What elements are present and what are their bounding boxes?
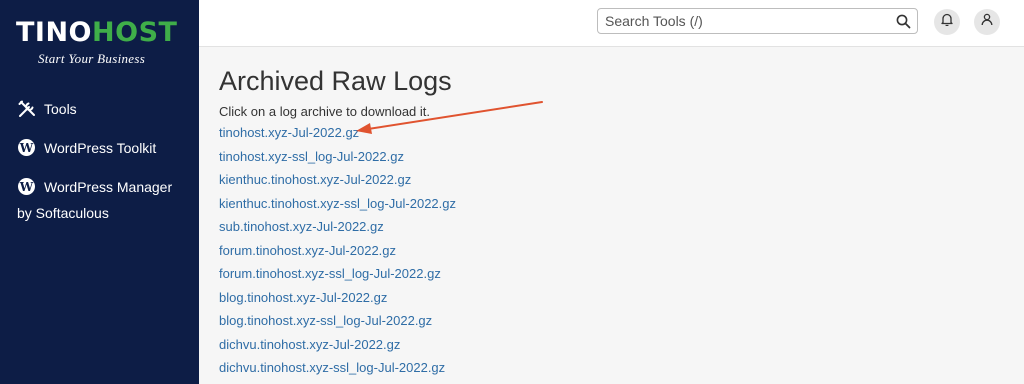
search-icon[interactable] <box>896 14 911 29</box>
log-archive-link[interactable]: tinohost.xyz-Jul-2022.gz <box>219 125 359 140</box>
list-item: blog.tinohost.xyz-Jul-2022.gz <box>219 290 456 314</box>
log-archive-link[interactable]: forum.tinohost.xyz-Jul-2022.gz <box>219 243 396 258</box>
svg-text:W: W <box>19 141 34 155</box>
log-archive-link[interactable]: dichvu.tinohost.xyz-ssl_log-Jul-2022.gz <box>219 360 445 375</box>
list-item: sub.tinohost.xyz-Jul-2022.gz <box>219 219 456 243</box>
brand-logo[interactable]: TINOHOST Start Your Business <box>16 18 186 72</box>
logo-slogan: Start Your Business <box>38 51 146 66</box>
log-archive-link[interactable]: kienthuc.tinohost.xyz-ssl_log-Jul-2022.g… <box>219 196 456 211</box>
log-archive-link[interactable]: forum.tinohost.xyz-ssl_log-Jul-2022.gz <box>219 266 441 281</box>
top-bar <box>199 0 1024 47</box>
log-archive-link[interactable]: tinohost.xyz-ssl_log-Jul-2022.gz <box>219 149 404 164</box>
list-item: tinohost.xyz-ssl_log-Jul-2022.gz <box>219 149 456 173</box>
log-archive-link[interactable]: kienthuc.tinohost.xyz-Jul-2022.gz <box>219 172 411 187</box>
list-item: dichvu.tinohost.xyz-Jul-2022.gz <box>219 337 456 361</box>
wordpress-icon: W <box>17 177 36 196</box>
list-item: kienthuc.tinohost.xyz-Jul-2022.gz <box>219 172 456 196</box>
user-icon <box>981 13 993 31</box>
sidebar-item-label: WordPress Toolkit <box>44 139 157 156</box>
logo-text-host: HOST <box>92 17 178 48</box>
list-item: forum.tinohost.xyz-ssl_log-Jul-2022.gz <box>219 266 456 290</box>
list-item: kienthuc.tinohost.xyz-ssl_log-Jul-2022.g… <box>219 196 456 220</box>
logo-text-tino: TINO <box>16 17 93 48</box>
log-archive-list: tinohost.xyz-Jul-2022.gz tinohost.xyz-ss… <box>219 125 456 384</box>
logo-wordmark: TINOHOST <box>16 18 186 48</box>
sidebar-item-label: WordPress Manager <box>44 178 173 195</box>
user-menu-button[interactable] <box>974 9 1000 35</box>
search-box[interactable] <box>597 8 918 34</box>
page-title: Archived Raw Logs <box>219 66 452 96</box>
log-archive-link[interactable]: dichvu.tinohost.xyz-Jul-2022.gz <box>219 337 400 352</box>
list-item: dichvu.tinohost.xyz-ssl_log-Jul-2022.gz <box>219 360 456 384</box>
sidebar-item-tools[interactable]: Tools <box>17 99 77 118</box>
sidebar-item-wordpress-toolkit[interactable]: W WordPress Toolkit <box>17 138 156 157</box>
list-item: blog.tinohost.xyz-ssl_log-Jul-2022.gz <box>219 313 456 337</box>
log-archive-link[interactable]: sub.tinohost.xyz-Jul-2022.gz <box>219 219 384 234</box>
bell-icon <box>941 13 953 31</box>
notifications-button[interactable] <box>934 9 960 35</box>
annotation-arrow <box>356 101 543 134</box>
tools-icon <box>17 99 36 118</box>
sidebar-item-wordpress-manager[interactable]: W WordPress Manager <box>17 177 172 196</box>
log-archive-link[interactable]: blog.tinohost.xyz-ssl_log-Jul-2022.gz <box>219 313 432 328</box>
sidebar-item-label: Tools <box>44 100 77 117</box>
log-archive-link[interactable]: blog.tinohost.xyz-Jul-2022.gz <box>219 290 387 305</box>
search-input[interactable] <box>605 13 890 29</box>
sidebar: TINOHOST Start Your Business Tools W Wor… <box>0 0 199 384</box>
list-item: forum.tinohost.xyz-Jul-2022.gz <box>219 243 456 267</box>
svg-text:W: W <box>19 180 34 194</box>
sidebar-item-sublabel[interactable]: by Softaculous <box>17 205 109 221</box>
wordpress-icon: W <box>17 138 36 157</box>
